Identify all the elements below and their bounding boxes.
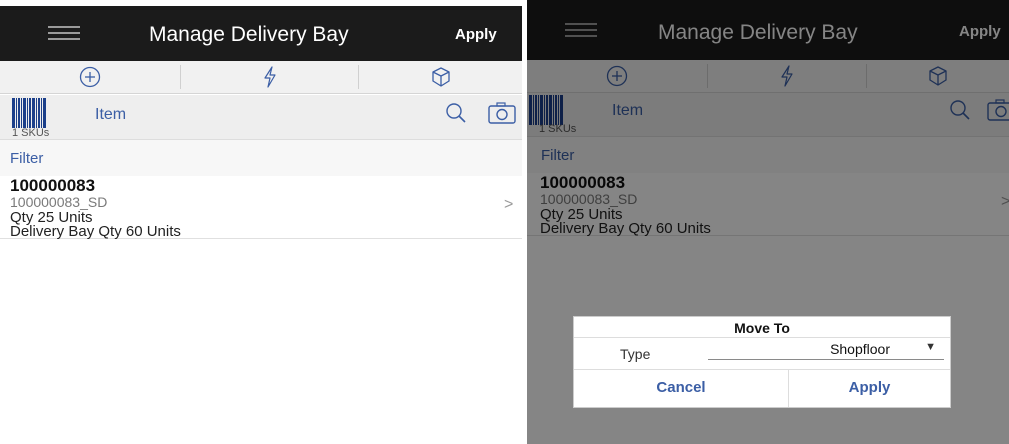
item-label: Item — [95, 106, 127, 123]
type-select-value: Shopfloor — [830, 341, 890, 357]
type-label: Type — [620, 346, 651, 362]
dropdown-arrow-icon: ▼ — [925, 341, 936, 353]
apply-button[interactable]: Apply — [455, 26, 497, 43]
delivery-bay-qty: Delivery Bay Qty 60 Units — [10, 223, 181, 240]
item-id: 100000083_SD — [10, 194, 108, 210]
cancel-button[interactable]: Cancel — [574, 375, 788, 401]
cube-icon[interactable] — [359, 61, 522, 93]
dialog-title: Move To — [734, 320, 790, 336]
dialog-apply-button[interactable]: Apply — [789, 375, 950, 401]
phone-screen-main: Manage Delivery Bay Apply Item 1 SKUs Fi… — [0, 0, 522, 444]
filter-label: Filter — [10, 150, 44, 167]
item-number: 100000083 — [10, 176, 96, 195]
phone-screen-dialog: Manage Delivery Bay Apply Item 1 SKUs Fi… — [527, 0, 1009, 444]
page-title: Manage Delivery Bay — [149, 23, 349, 46]
search-icon[interactable] — [445, 102, 467, 129]
header-bar: Manage Delivery Bay Apply — [0, 6, 522, 61]
chevron-right-icon: > — [504, 196, 514, 213]
filter-bar[interactable]: Filter — [0, 139, 522, 177]
type-select[interactable]: Shopfloor ▼ — [708, 341, 944, 360]
barcode-icon[interactable] — [12, 98, 46, 128]
camera-icon[interactable] — [488, 102, 516, 129]
item-scan-row: Item 1 SKUs — [0, 95, 522, 139]
menu-icon[interactable] — [48, 26, 80, 40]
list-item[interactable]: 100000083 100000083_SD Qty 25 Units Deli… — [0, 176, 522, 240]
action-toolbar — [0, 61, 522, 94]
sku-count: 1 SKUs — [12, 127, 50, 139]
add-icon[interactable] — [0, 61, 180, 93]
flash-icon[interactable] — [181, 61, 358, 93]
move-to-dialog: Move To Type Shopfloor ▼ Cancel Apply — [573, 316, 951, 408]
